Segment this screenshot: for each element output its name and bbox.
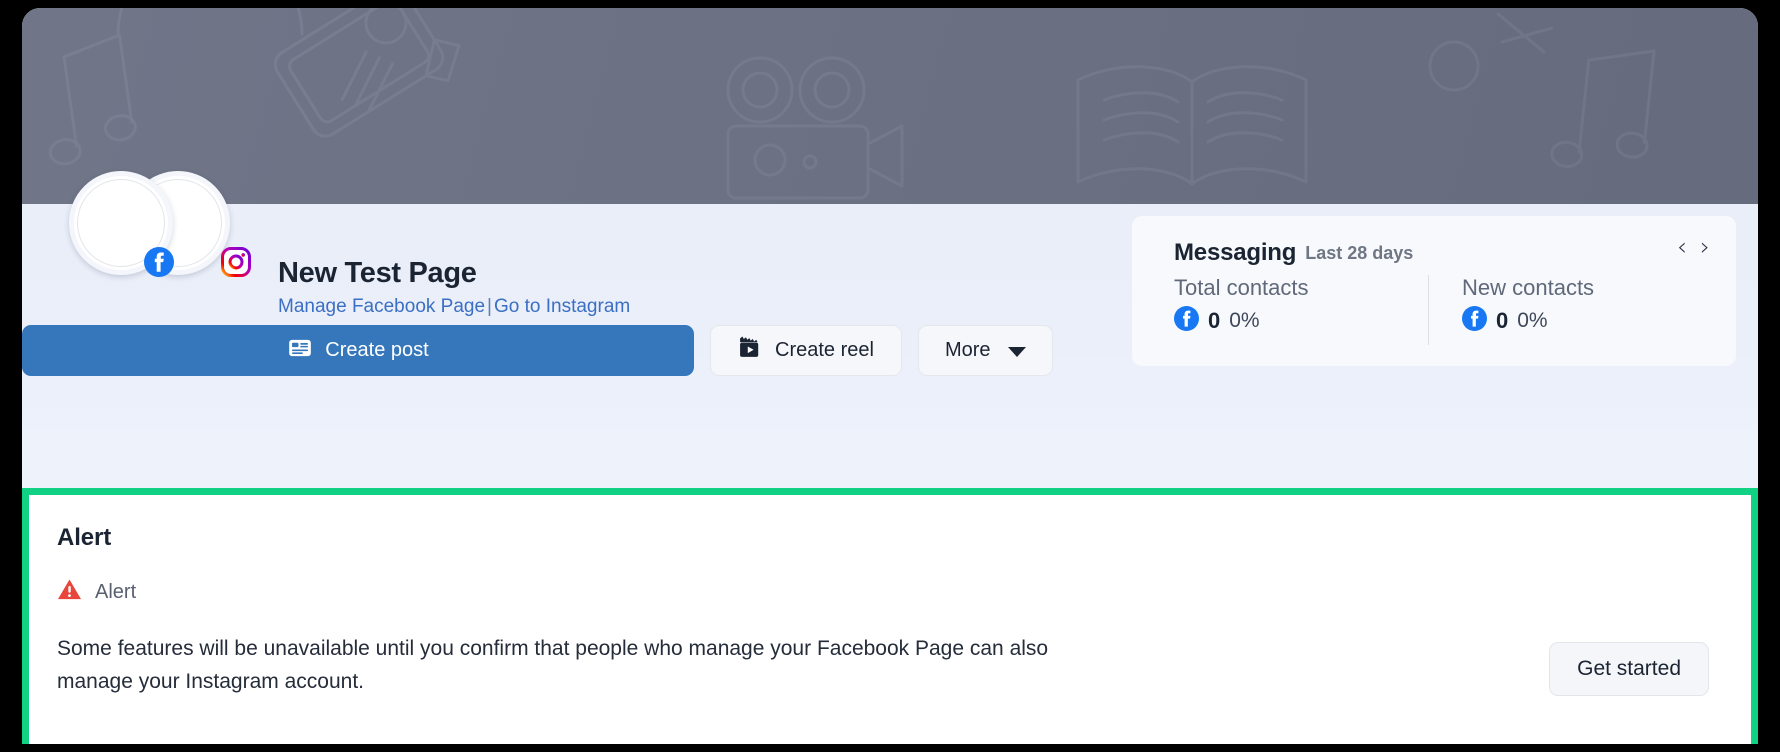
stat-value: 0 (1208, 308, 1221, 333)
alert-subtitle: Alert (95, 580, 137, 603)
alert-body: Some features will be unavailable until … (57, 632, 1713, 698)
messaging-card-header: Messaging Last 28 days ‹ › (1132, 216, 1736, 267)
profile-header: New Test Page Manage Facebook Page | Go to… (22, 171, 1758, 430)
create-post-button[interactable]: Create post (22, 325, 694, 376)
messaging-stats: Total contacts 0 0% New contacts 0 0% (1132, 267, 1736, 345)
chevron-down-icon (1007, 346, 1026, 357)
alert-message: Some features will be unavailable until … (57, 637, 1049, 693)
alert-subtitle-row: Alert (57, 578, 1713, 606)
stat-label: New contacts (1462, 275, 1595, 300)
messaging-title: Messaging (1174, 239, 1297, 266)
create-reel-icon (738, 335, 763, 366)
more-label: More (944, 339, 991, 361)
prev-card-arrow-icon[interactable]: ‹ (1677, 234, 1687, 259)
messaging-insights-card: Messaging Last 28 days ‹ › Total contact… (1132, 216, 1736, 366)
instagram-badge-icon (221, 247, 251, 277)
manage-facebook-page-link[interactable]: Manage Facebook Page (278, 296, 485, 317)
action-button-row: Create post Create reel More (22, 325, 1053, 376)
stat-label: Total contacts (1174, 275, 1309, 300)
facebook-badge-icon (144, 247, 174, 277)
stat-total-contacts: Total contacts 0 0% (1174, 273, 1428, 336)
get-started-button[interactable]: Get started (1549, 642, 1709, 696)
facebook-icon (1462, 306, 1487, 336)
messaging-date-range: Last 28 days (1305, 242, 1414, 263)
next-card-arrow-icon[interactable]: › (1700, 234, 1710, 259)
link-separator: | (487, 296, 492, 317)
create-reel-label: Create reel (775, 339, 874, 361)
profile-links: Manage Facebook Page | Go to Instagram (278, 295, 630, 319)
alert-heading: Alert (57, 524, 112, 551)
stat-percent: 0% (1517, 309, 1548, 332)
profile-text-block: New Test Page Manage Facebook Page | Go to… (278, 256, 630, 319)
alert-panel: Alert Alert Some features will be unavai… (29, 495, 1751, 744)
go-to-instagram-link[interactable]: Go to Instagram (494, 296, 630, 317)
create-reel-button[interactable]: Create reel (710, 325, 902, 376)
stat-percent: 0% (1229, 309, 1260, 332)
page-title: New Test Page (278, 257, 477, 289)
messaging-card-nav: ‹ › (1677, 234, 1710, 259)
facebook-icon (1174, 306, 1199, 336)
stat-value: 0 (1496, 308, 1509, 333)
warning-triangle-icon (57, 578, 82, 606)
create-post-label: Create post (325, 339, 429, 361)
more-button[interactable]: More (917, 325, 1053, 376)
avatar-group (69, 171, 309, 291)
stat-new-contacts: New contacts 0 0% (1428, 273, 1716, 345)
create-post-icon (287, 335, 313, 367)
page-profile-screen: New Test Page Manage Facebook Page | Go to… (22, 8, 1758, 744)
alert-highlight-frame: Alert Alert Some features will be unavai… (22, 488, 1758, 744)
